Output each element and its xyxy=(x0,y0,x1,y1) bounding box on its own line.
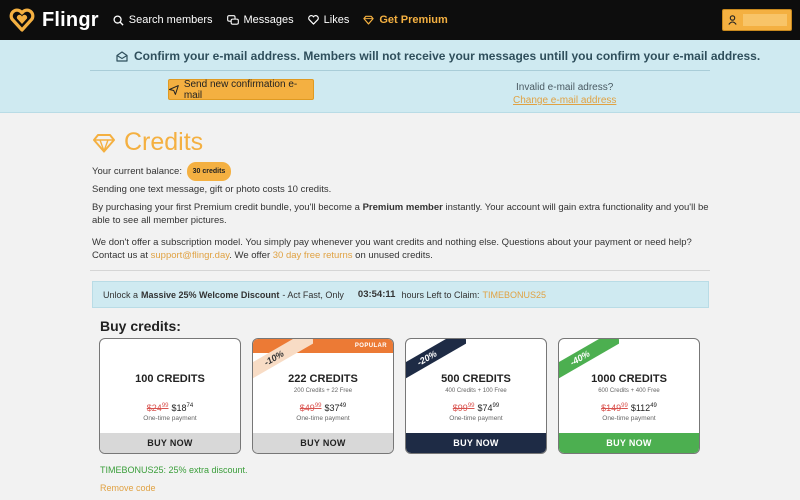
package-name: 100 CREDITS xyxy=(135,373,205,385)
change-email-link[interactable]: Change e-mail address xyxy=(513,95,616,106)
buy-credits-heading: Buy credits: xyxy=(100,318,181,334)
support-email-link[interactable]: support@flingr.day xyxy=(151,250,230,261)
nav-search-label: Search members xyxy=(128,14,213,26)
popular-tag: POPULAR xyxy=(354,343,387,349)
invalid-email-text: Invalid e-mail adress? xyxy=(516,82,614,93)
confirm-divider xyxy=(90,70,710,71)
package-price: $4999 $3749 xyxy=(253,403,393,413)
discount-suffix: - Act Fast, Only xyxy=(282,289,344,300)
remove-code-link[interactable]: Remove code xyxy=(100,483,156,493)
logo[interactable]: Flingr xyxy=(8,6,99,34)
confirm-message-text: Confirm your e-mail address. Members wil… xyxy=(134,49,761,63)
new-price: $7499 xyxy=(477,403,500,413)
package-price: $14999 $11249 xyxy=(559,403,699,413)
nav-get-premium[interactable]: Get Premium xyxy=(363,14,448,26)
credit-package-500[interactable]: -20% 500 CREDITS 400 Credits + 100 Free … xyxy=(405,338,547,454)
heart-logo-icon xyxy=(9,8,35,32)
chat-icon xyxy=(226,14,239,25)
payment-period: One-time payment xyxy=(296,415,350,422)
user-icon xyxy=(728,15,737,25)
payment-period: One-time payment xyxy=(602,415,656,422)
cost-text: Sending one text message, gift or photo … xyxy=(92,184,332,195)
balance-badge: 30 credits xyxy=(186,162,232,181)
nav-likes[interactable]: Likes xyxy=(307,14,350,26)
discount-banner: Unlock a Massive 25% Welcome Discount - … xyxy=(92,281,709,308)
package-breakdown: 600 Credits + 400 Free xyxy=(598,388,660,394)
old-price: $14999 xyxy=(601,403,628,413)
credit-package-222[interactable]: POPULAR -10% 222 CREDITS 200 Credits + 2… xyxy=(252,338,394,454)
premium-text-before: By purchasing your first Premium credit … xyxy=(92,202,363,213)
package-name: 1000 CREDITS xyxy=(591,373,667,385)
subscription-text: We don't offer a subscription model. You… xyxy=(92,236,712,262)
nav-links: Search members Messages Likes Get Premiu… xyxy=(113,14,448,26)
new-price: $1874 xyxy=(171,403,194,413)
nav-messages-label: Messages xyxy=(243,14,294,26)
payment-period: One-time payment xyxy=(449,415,503,422)
search-icon xyxy=(113,14,124,26)
credits-heading: Credits xyxy=(92,128,203,157)
nav-search-members[interactable]: Search members xyxy=(113,14,213,26)
package-price: $2499 $1874 xyxy=(100,403,240,413)
package-name: 222 CREDITS xyxy=(288,373,358,385)
balance-line: Your current balance: 30 credits xyxy=(92,162,712,181)
new-price: $11249 xyxy=(630,403,657,413)
nav-messages[interactable]: Messages xyxy=(226,14,294,26)
buy-now-button[interactable]: BUY NOW xyxy=(100,433,240,453)
username-redacted xyxy=(743,14,787,26)
diamond-icon xyxy=(363,15,375,25)
top-nav: Flingr Search members Messages Likes Get… xyxy=(0,0,800,40)
paper-plane-icon xyxy=(169,84,179,95)
applied-code-text: TIMEBONUS25: 25% extra discount. xyxy=(100,465,248,475)
heart-icon xyxy=(307,15,319,25)
envelope-open-icon xyxy=(116,50,128,62)
returns-link[interactable]: 30 day free returns xyxy=(273,250,353,261)
discount-timer: 03:54:11 xyxy=(357,289,396,300)
nav-premium-label: Get Premium xyxy=(379,14,448,26)
premium-text: By purchasing your first Premium credit … xyxy=(92,201,712,227)
premium-member-bold: Premium member xyxy=(362,202,443,213)
package-name: 500 CREDITS xyxy=(441,373,511,385)
brand-name: Flingr xyxy=(42,8,99,31)
discount-prefix: Unlock a xyxy=(103,289,139,300)
balance-label: Your current balance: xyxy=(92,166,182,178)
package-price: $9999 $7499 xyxy=(406,403,546,413)
user-menu-button[interactable] xyxy=(722,9,792,31)
credit-package-100[interactable]: 100 CREDITS $2499 $1874 One-time payment … xyxy=(99,338,241,454)
offer-text: . We offer xyxy=(229,250,271,261)
old-price: $4999 xyxy=(299,403,322,413)
send-confirmation-label: Send new confirmation e-mail xyxy=(183,78,298,101)
credit-package-1000[interactable]: -40% 1000 CREDITS 600 Credits + 400 Free… xyxy=(558,338,700,454)
payment-period: One-time payment xyxy=(143,415,197,422)
old-price: $2499 xyxy=(146,403,169,413)
credits-title: Credits xyxy=(124,128,204,156)
old-price: $9999 xyxy=(452,403,475,413)
buy-now-button[interactable]: BUY NOW xyxy=(253,433,393,453)
confirm-message: Confirm your e-mail address. Members wil… xyxy=(116,49,760,63)
send-confirmation-button[interactable]: Send new confirmation e-mail xyxy=(168,78,314,101)
diamond-icon xyxy=(93,133,115,153)
package-breakdown: 200 Credits + 22 Free xyxy=(293,388,353,394)
nav-likes-label: Likes xyxy=(323,14,350,26)
buy-now-button[interactable]: BUY NOW xyxy=(406,433,546,453)
section-divider xyxy=(90,270,710,271)
package-breakdown: 400 Credits + 100 Free xyxy=(445,388,507,394)
returns-after-text: on unused credits. xyxy=(355,250,433,261)
new-price: $3749 xyxy=(324,403,347,413)
buy-now-button[interactable]: BUY NOW xyxy=(559,433,699,453)
discount-timer-suffix: hours Left to Claim: xyxy=(401,289,480,300)
discount-bold: Massive 25% Welcome Discount xyxy=(141,289,280,300)
discount-code: TIMEBONUS25 xyxy=(482,289,546,300)
